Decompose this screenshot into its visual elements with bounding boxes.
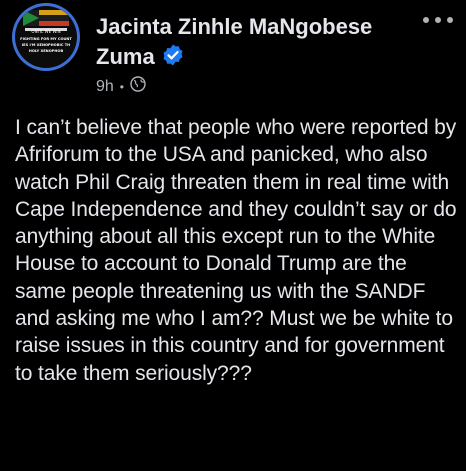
- globe-icon[interactable]: [130, 76, 146, 98]
- post-body-text: I can’t believe that people who were rep…: [15, 116, 457, 385]
- avatar-line-3: IES I'M XENOPHOBIC TH: [22, 43, 70, 47]
- avatar-line-1: ONTIL WE WIN: [31, 29, 60, 34]
- facebook-post: ONTIL WE WIN FIGHTING FOR MY COUNT IES I…: [0, 0, 466, 471]
- post-meta: 9h •: [96, 76, 146, 98]
- meta-separator: •: [119, 80, 124, 94]
- avatar-line-2: FIGHTING FOR MY COUNT: [20, 37, 72, 41]
- author-name: Jacinta Zinhle MaNgobese Zuma: [96, 14, 373, 69]
- avatar-line-4: HOLY XENOPHOB: [29, 49, 64, 53]
- post-timestamp[interactable]: 9h: [96, 77, 114, 97]
- avatar-image: ONTIL WE WIN FIGHTING FOR MY COUNT IES I…: [15, 6, 77, 68]
- author-name-link[interactable]: Jacinta Zinhle MaNgobese Zuma: [96, 12, 416, 75]
- avatar-artwork: ONTIL WE WIN FIGHTING FOR MY COUNT IES I…: [20, 10, 72, 53]
- more-options-icon[interactable]: [420, 8, 456, 32]
- verified-badge-icon: [161, 43, 185, 75]
- profile-avatar[interactable]: ONTIL WE WIN FIGHTING FOR MY COUNT IES I…: [12, 3, 80, 71]
